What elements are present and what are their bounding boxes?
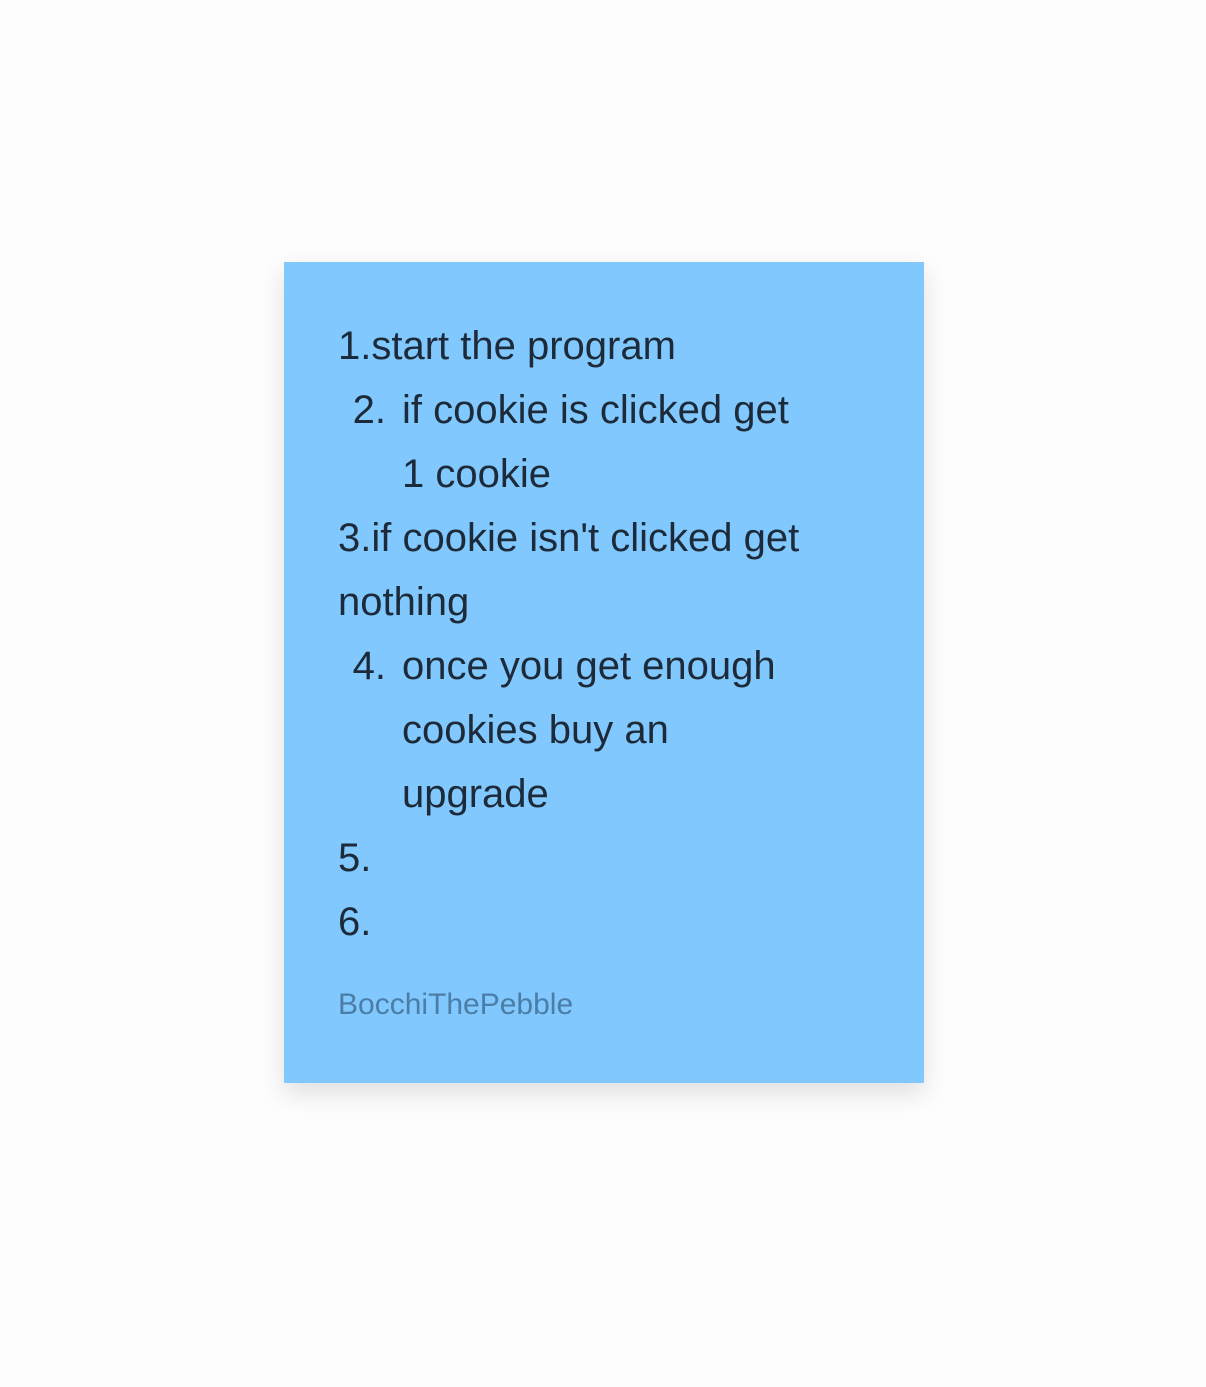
note-list-item-4: 4. once you get enough cookies buy an up… <box>338 634 870 826</box>
note-list-item-2: 2. if cookie is clicked get 1 cookie <box>338 378 870 506</box>
note-line-3: 3.if cookie isn't clicked get <box>338 516 800 560</box>
note-line-3-cont: nothing <box>338 580 470 624</box>
list-number: 2. <box>352 388 386 432</box>
list-text: if cookie is clicked get 1 cookie <box>402 388 789 496</box>
note-author: BocchiThePebble <box>338 988 574 1021</box>
list-text: once you get enough cookies buy an upgra… <box>402 644 776 816</box>
note-line-1: 1.start the program <box>338 324 676 368</box>
list-number: 4. <box>352 644 386 688</box>
sticky-note[interactable]: 1.start the program 2. if cookie is clic… <box>284 262 924 1083</box>
note-line-6: 6. <box>338 900 372 944</box>
note-line-5: 5. <box>338 836 372 880</box>
